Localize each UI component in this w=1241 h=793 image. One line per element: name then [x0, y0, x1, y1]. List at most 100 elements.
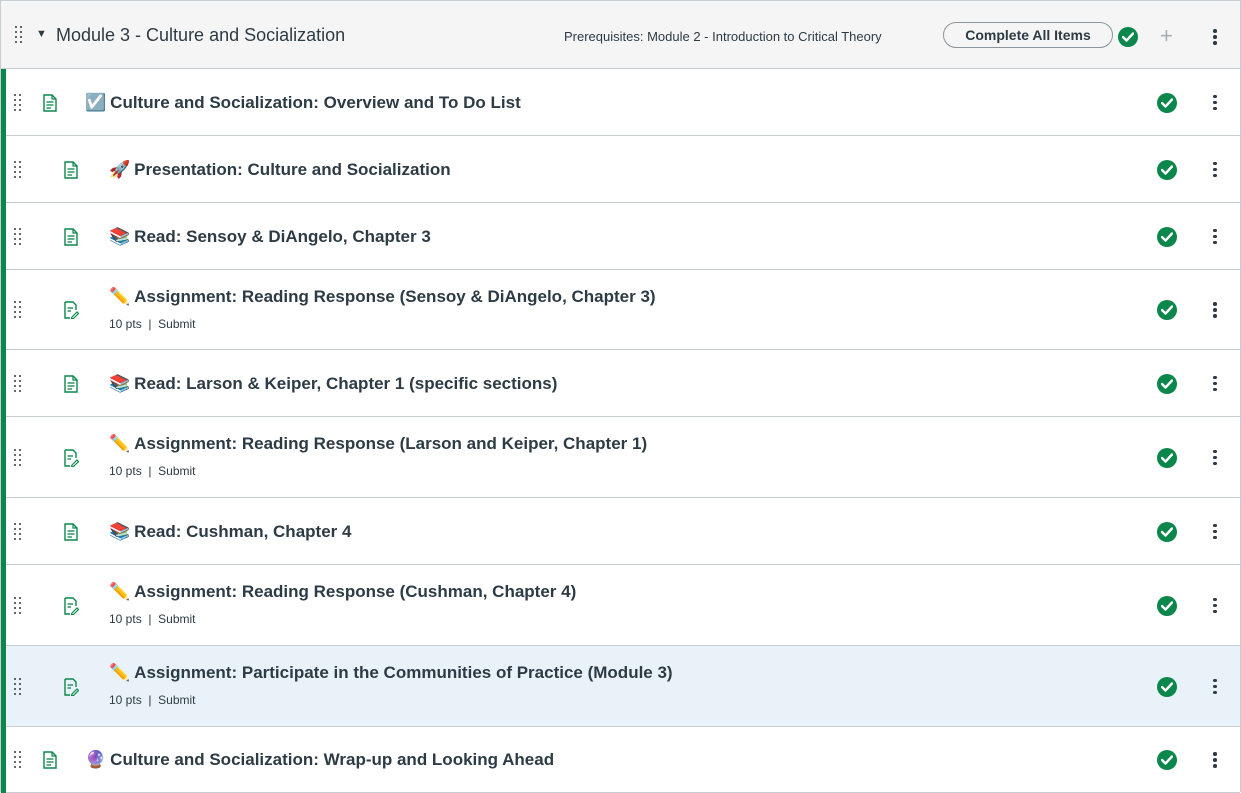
- module-item-row[interactable]: ✏️ Assignment: Participate in the Communi…: [6, 646, 1240, 727]
- page-icon: [42, 93, 58, 112]
- module-title[interactable]: Module 3 - Culture and Socialization: [56, 25, 345, 46]
- item-options-kebab-icon[interactable]: [1213, 228, 1217, 245]
- item-title-text: Assignment: Reading Response (Cushman, C…: [134, 582, 577, 601]
- prerequisites-text: Prerequisites: Module 2 - Introduction t…: [564, 29, 882, 44]
- drag-handle-icon[interactable]: [14, 448, 24, 467]
- module-item-row[interactable]: 📚 Read: Larson & Keiper, Chapter 1 (speci…: [6, 350, 1240, 417]
- item-options-kebab-icon[interactable]: [1213, 523, 1217, 540]
- submit-requirement-text: Submit: [158, 464, 196, 478]
- page-icon: [63, 522, 79, 541]
- item-title-text: Assignment: Reading Response (Larson and…: [134, 434, 648, 453]
- completed-check-icon: [1157, 595, 1177, 616]
- module-item-title[interactable]: 🚀 Presentation: Culture and Socialization: [109, 160, 451, 180]
- module-item-title[interactable]: ✏️ Assignment: Reading Response (Larson a…: [109, 434, 647, 454]
- item-title-text: Presentation: Culture and Socialization: [134, 159, 451, 179]
- drag-handle-icon[interactable]: [14, 751, 24, 769]
- module-item-row[interactable]: ✏️ Assignment: Reading Response (Cushman,…: [6, 565, 1240, 646]
- drag-handle-icon[interactable]: [15, 26, 25, 44]
- submit-requirement-text: Submit: [158, 317, 196, 331]
- item-options-kebab-icon[interactable]: [1213, 161, 1217, 178]
- module-item-row[interactable]: 🔮 Culture and Socialization: Wrap-up and …: [6, 727, 1240, 793]
- module-item-title[interactable]: ✏️ Assignment: Reading Response (Cushman,…: [109, 582, 576, 602]
- module-item-title[interactable]: ✏️ Assignment: Participate in the Communi…: [109, 663, 673, 683]
- points-text: 10 pts: [109, 612, 142, 626]
- submit-requirement-text: Submit: [158, 693, 196, 707]
- item-emoji: ☑️: [85, 92, 107, 112]
- completed-check-icon: [1157, 159, 1177, 180]
- item-title-text: Read: Cushman, Chapter 4: [134, 521, 352, 541]
- drag-handle-icon[interactable]: [14, 160, 24, 179]
- completed-check-icon: [1118, 27, 1138, 47]
- module-item-title[interactable]: 📚 Read: Sensoy & DiAngelo, Chapter 3: [109, 227, 431, 247]
- points-text: 10 pts: [109, 317, 142, 331]
- item-emoji: ✏️: [109, 434, 131, 453]
- item-title-text: Read: Larson & Keiper, Chapter 1 (specif…: [134, 373, 558, 393]
- item-options-kebab-icon[interactable]: [1213, 94, 1217, 111]
- page-icon: [63, 160, 79, 179]
- separator: |: [141, 317, 159, 331]
- item-title-text: Assignment: Participate in the Communiti…: [134, 663, 673, 682]
- item-title-text: Assignment: Reading Response (Sensoy & D…: [134, 287, 656, 306]
- module-item-title[interactable]: ✏️ Assignment: Reading Response (Sensoy &…: [109, 287, 656, 307]
- item-emoji: ✏️: [109, 582, 131, 601]
- module-item-row[interactable]: ☑️ Culture and Socialization: Overview an…: [6, 69, 1240, 136]
- item-options-kebab-icon[interactable]: [1213, 752, 1217, 768]
- item-options-kebab-icon[interactable]: [1213, 375, 1217, 392]
- module-item-row[interactable]: 📚 Read: Cushman, Chapter 4: [6, 498, 1240, 565]
- item-details: 10 pts | Submit: [109, 693, 196, 707]
- drag-handle-icon[interactable]: [14, 677, 24, 696]
- completed-check-icon: [1157, 300, 1177, 320]
- item-emoji: 🚀: [109, 159, 131, 179]
- page-icon: [63, 227, 79, 246]
- module-options-kebab-icon[interactable]: [1213, 29, 1217, 45]
- module-header[interactable]: ▼ Module 3 - Culture and Socialization P…: [1, 1, 1240, 69]
- item-details: 10 pts | Submit: [109, 317, 196, 331]
- drag-handle-icon[interactable]: [14, 522, 24, 541]
- item-emoji: 🔮: [85, 750, 107, 769]
- page-icon: [63, 374, 79, 393]
- drag-handle-icon[interactable]: [14, 227, 24, 246]
- drag-handle-icon[interactable]: [14, 93, 24, 112]
- module-item-title[interactable]: ☑️ Culture and Socialization: Overview an…: [85, 93, 521, 113]
- module-item-title[interactable]: 📚 Read: Cushman, Chapter 4: [109, 522, 351, 542]
- item-emoji: 📚: [109, 521, 131, 541]
- separator: |: [141, 464, 159, 478]
- module-item-row[interactable]: 🚀 Presentation: Culture and Socialization: [6, 136, 1240, 203]
- item-options-kebab-icon[interactable]: [1213, 597, 1217, 614]
- completed-check-icon: [1157, 373, 1177, 394]
- separator: |: [141, 693, 159, 707]
- module-item-row[interactable]: ✏️ Assignment: Reading Response (Larson a…: [6, 417, 1240, 498]
- item-emoji: 📚: [109, 226, 131, 246]
- module-container: ▼ Module 3 - Culture and Socialization P…: [0, 0, 1241, 793]
- item-options-kebab-icon[interactable]: [1213, 678, 1217, 695]
- page-icon: [42, 751, 58, 769]
- item-options-kebab-icon[interactable]: [1213, 449, 1217, 466]
- completed-check-icon: [1157, 750, 1177, 770]
- item-emoji: 📚: [109, 373, 131, 393]
- drag-handle-icon[interactable]: [14, 596, 24, 615]
- item-title-text: Culture and Socialization: Overview and …: [110, 92, 521, 112]
- completed-check-icon: [1157, 226, 1177, 247]
- item-emoji: ✏️: [109, 663, 131, 682]
- module-item-title[interactable]: 🔮 Culture and Socialization: Wrap-up and …: [85, 750, 554, 770]
- item-title-text: Read: Sensoy & DiAngelo, Chapter 3: [134, 226, 431, 246]
- add-item-plus-icon[interactable]: +: [1160, 23, 1173, 49]
- drag-handle-icon[interactable]: [14, 374, 24, 393]
- assignment-icon: [63, 596, 80, 616]
- submit-requirement-text: Submit: [158, 612, 196, 626]
- collapse-caret-icon[interactable]: ▼: [36, 28, 47, 40]
- drag-handle-icon[interactable]: [14, 301, 24, 319]
- points-text: 10 pts: [109, 464, 142, 478]
- completed-check-icon: [1157, 92, 1177, 113]
- assignment-icon: [63, 301, 80, 320]
- item-emoji: ✏️: [109, 287, 131, 306]
- module-item-title[interactable]: 📚 Read: Larson & Keiper, Chapter 1 (speci…: [109, 374, 557, 394]
- item-options-kebab-icon[interactable]: [1213, 302, 1217, 318]
- completed-check-icon: [1157, 521, 1177, 542]
- separator: |: [141, 612, 159, 626]
- item-details: 10 pts | Submit: [109, 464, 196, 478]
- item-details: 10 pts | Submit: [109, 612, 196, 626]
- module-item-row[interactable]: 📚 Read: Sensoy & DiAngelo, Chapter 3: [6, 203, 1240, 270]
- assignment-icon: [63, 677, 80, 697]
- module-item-row[interactable]: ✏️ Assignment: Reading Response (Sensoy &…: [6, 270, 1240, 350]
